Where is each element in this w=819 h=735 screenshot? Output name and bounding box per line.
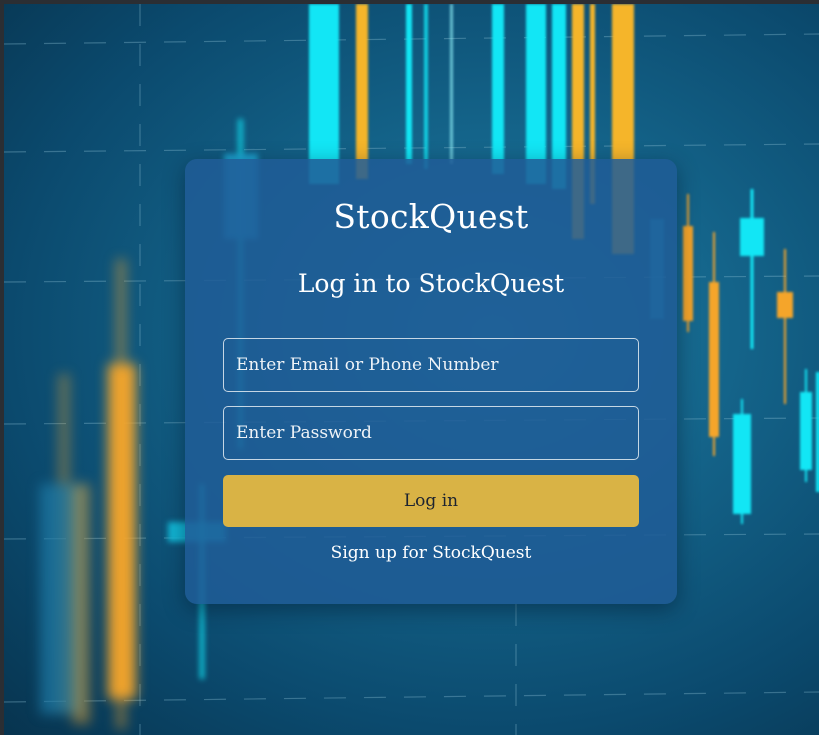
signup-link[interactable]: Sign up for StockQuest — [185, 543, 677, 563]
login-button[interactable]: Log in — [223, 475, 639, 527]
brand-title: StockQuest — [333, 197, 529, 236]
password-input[interactable] — [223, 406, 639, 460]
login-heading: Log in to StockQuest — [297, 269, 565, 298]
email-or-phone-input[interactable] — [223, 338, 639, 392]
login-page: StockQuest Log in to StockQuest Log in S… — [4, 4, 819, 735]
blurred-candles-left — [40, 259, 136, 729]
login-card: StockQuest Log in to StockQuest Log in S… — [185, 159, 677, 604]
